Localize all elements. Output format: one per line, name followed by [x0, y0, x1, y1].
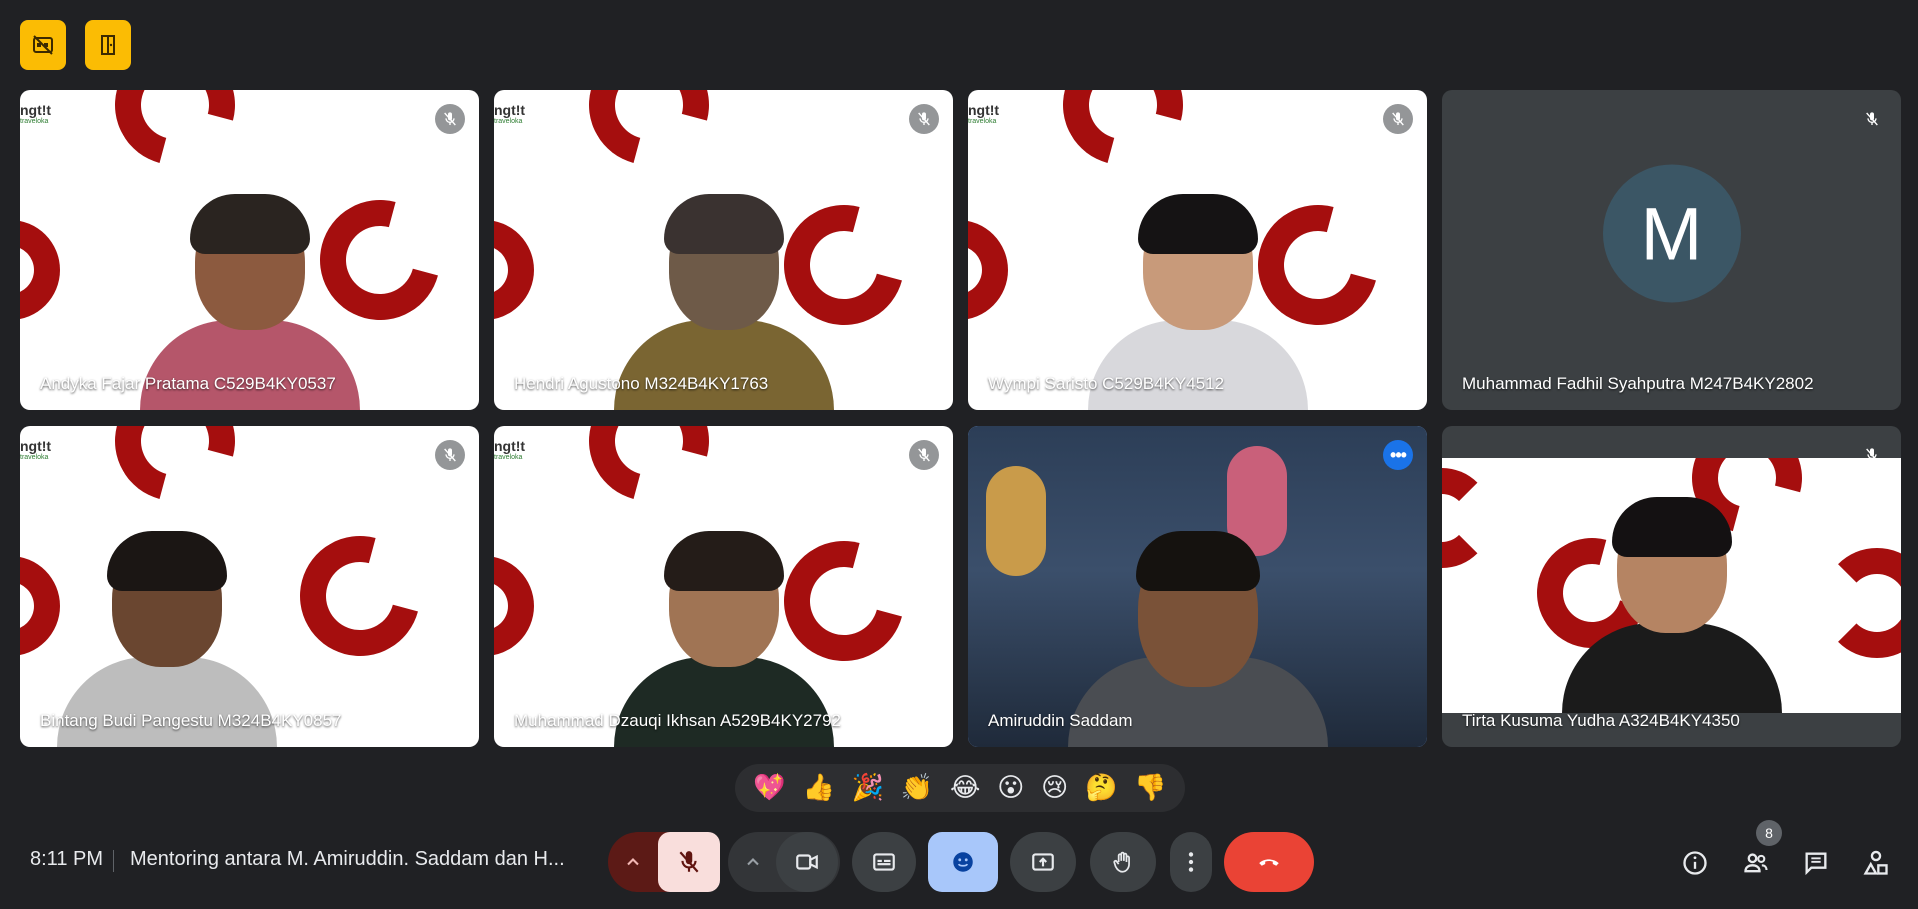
participant-name: Wympi Saristo C529B4KY4512: [988, 374, 1225, 393]
camera-toggle-button[interactable]: [776, 832, 838, 892]
participant-tile[interactable]: ngt!t traveloka Wympi Saristo C529B4KY451…: [968, 90, 1427, 410]
mic-off-indicator: [1857, 104, 1887, 134]
raise-hand-button[interactable]: [1090, 832, 1156, 892]
camera-options-button[interactable]: [730, 832, 776, 892]
people-icon: [1744, 853, 1768, 873]
divider: [113, 850, 114, 872]
breakout-room-button[interactable]: [85, 20, 131, 70]
logo-decoration: [20, 220, 60, 320]
mic-options-button[interactable]: [608, 832, 658, 892]
meeting-time: 8:11 PM: [30, 848, 103, 870]
participant-name: Amiruddin Saddam: [988, 711, 1133, 730]
participant-name: Tirta Kusuma Yudha A324B4KY4350: [1462, 711, 1740, 730]
background-character: [986, 466, 1046, 576]
participant-count-badge: 8: [1756, 820, 1782, 846]
mic-off-icon: [1866, 112, 1878, 126]
present-to-all-icon: [1032, 853, 1054, 871]
meeting-details-button[interactable]: [1677, 845, 1713, 881]
reaction-sad[interactable]: 😢: [1041, 775, 1068, 801]
reaction-thinking[interactable]: 🤔: [1085, 775, 1117, 801]
mic-off-icon: [1866, 448, 1878, 462]
activities-button[interactable]: [1858, 845, 1894, 881]
info-icon: [1683, 851, 1707, 875]
company-logo: ngt!t traveloka: [494, 438, 526, 461]
mic-control-group: [608, 832, 720, 892]
participant-tile[interactable]: ngt!t traveloka Muhammad Dzauqi Ikhsan A5…: [494, 426, 953, 747]
mic-off-indicator: [1383, 104, 1413, 134]
camera-control-group: [728, 832, 840, 892]
mic-off-icon: [918, 448, 930, 462]
call-end-icon: [1259, 859, 1279, 866]
reaction-laugh[interactable]: 😂: [950, 775, 980, 801]
captions-off-button[interactable]: [20, 20, 66, 70]
shapes-icon: [1863, 850, 1888, 875]
logo-decoration: [1041, 90, 1205, 187]
logo-decoration: [278, 514, 442, 678]
participant-tile-active[interactable]: ••• Amiruddin Saddam: [968, 426, 1427, 747]
more-options-button[interactable]: [1170, 832, 1212, 892]
logo-decoration: [20, 556, 60, 656]
participant-tile[interactable]: Tirta Kusuma Yudha A324B4KY4350: [1442, 426, 1901, 747]
logo-decoration: [494, 220, 534, 320]
reaction-clap[interactable]: 👏: [901, 775, 933, 801]
people-button[interactable]: [1738, 845, 1774, 881]
company-logo: ngt!t traveloka: [20, 102, 52, 125]
participant-grid: ngt!t traveloka Andyka Fajar Pratama C529…: [20, 90, 1901, 747]
participant-video: [1442, 458, 1901, 713]
closed-caption-off-icon: [33, 35, 53, 55]
meeting-title: Mentoring antara M. Amiruddin. Saddam da…: [130, 848, 565, 870]
reaction-surprised[interactable]: 😮: [997, 775, 1024, 801]
reaction-thumbs-down[interactable]: 👎: [1134, 775, 1166, 801]
leave-call-button[interactable]: [1224, 832, 1314, 892]
mic-off-indicator: [1857, 440, 1887, 470]
mic-off-icon: [918, 112, 930, 126]
reactions-bar: 💖 👍 🎉 👏 😂 😮 😢 🤔 👎: [735, 764, 1185, 812]
participant-name: Andyka Fajar Pratama C529B4KY0537: [40, 374, 336, 393]
chevron-up-icon: [747, 858, 759, 866]
company-logo: ngt!t traveloka: [968, 102, 1000, 125]
reaction-thumbs-up[interactable]: 👍: [803, 775, 835, 801]
mic-off-indicator: [909, 104, 939, 134]
mic-off-icon: [444, 112, 456, 126]
hand-icon: [1113, 851, 1130, 873]
closed-caption-icon: [873, 853, 895, 871]
participant-name: Muhammad Dzauqi Ikhsan A529B4KY2792: [514, 711, 841, 730]
present-screen-button[interactable]: [1010, 832, 1076, 892]
logo-decoration: [567, 426, 731, 523]
videocam-icon: [796, 854, 818, 870]
mic-off-icon: [1392, 112, 1404, 126]
mic-off-indicator: [909, 440, 939, 470]
mic-off-icon: [444, 448, 456, 462]
more-vert-icon: [1188, 852, 1194, 872]
participant-tile[interactable]: ngt!t traveloka Bintang Budi Pangestu M32…: [20, 426, 479, 747]
reaction-party[interactable]: 🎉: [852, 775, 884, 801]
participant-name: Muhammad Fadhil Syahputra M247B4KY2802: [1462, 374, 1814, 393]
chevron-up-icon: [627, 858, 639, 866]
more-options-button[interactable]: •••: [1383, 440, 1413, 470]
participant-tile[interactable]: M Muhammad Fadhil Syahputra M247B4KY2802: [1442, 90, 1901, 410]
chat-button[interactable]: [1798, 845, 1834, 881]
logo-decoration: [567, 90, 731, 187]
mic-off-indicator: [435, 440, 465, 470]
door-icon: [101, 35, 115, 55]
logo-decoration: [93, 90, 257, 187]
mic-off-indicator: [435, 104, 465, 134]
participant-name: Hendri Agustono M324B4KY1763: [514, 374, 769, 393]
mic-off-icon: [679, 851, 699, 873]
participant-tile[interactable]: ngt!t traveloka Andyka Fajar Pratama C529…: [20, 90, 479, 410]
participant-tile[interactable]: ngt!t traveloka Hendri Agustono M324B4KY1…: [494, 90, 953, 410]
reactions-button[interactable]: [928, 832, 998, 892]
company-logo: ngt!t traveloka: [20, 438, 52, 461]
emoji-icon: [953, 852, 973, 872]
captions-button[interactable]: [852, 832, 916, 892]
company-logo: ngt!t traveloka: [494, 102, 526, 125]
logo-decoration: [494, 556, 534, 656]
reaction-heart[interactable]: 💖: [753, 775, 785, 801]
logo-decoration: [968, 220, 1008, 320]
avatar: M: [1602, 164, 1741, 303]
chat-icon: [1805, 852, 1827, 876]
logo-decoration: [93, 426, 257, 523]
participant-name: Bintang Budi Pangestu M324B4KY0857: [40, 711, 342, 730]
mic-toggle-button[interactable]: [658, 832, 720, 892]
